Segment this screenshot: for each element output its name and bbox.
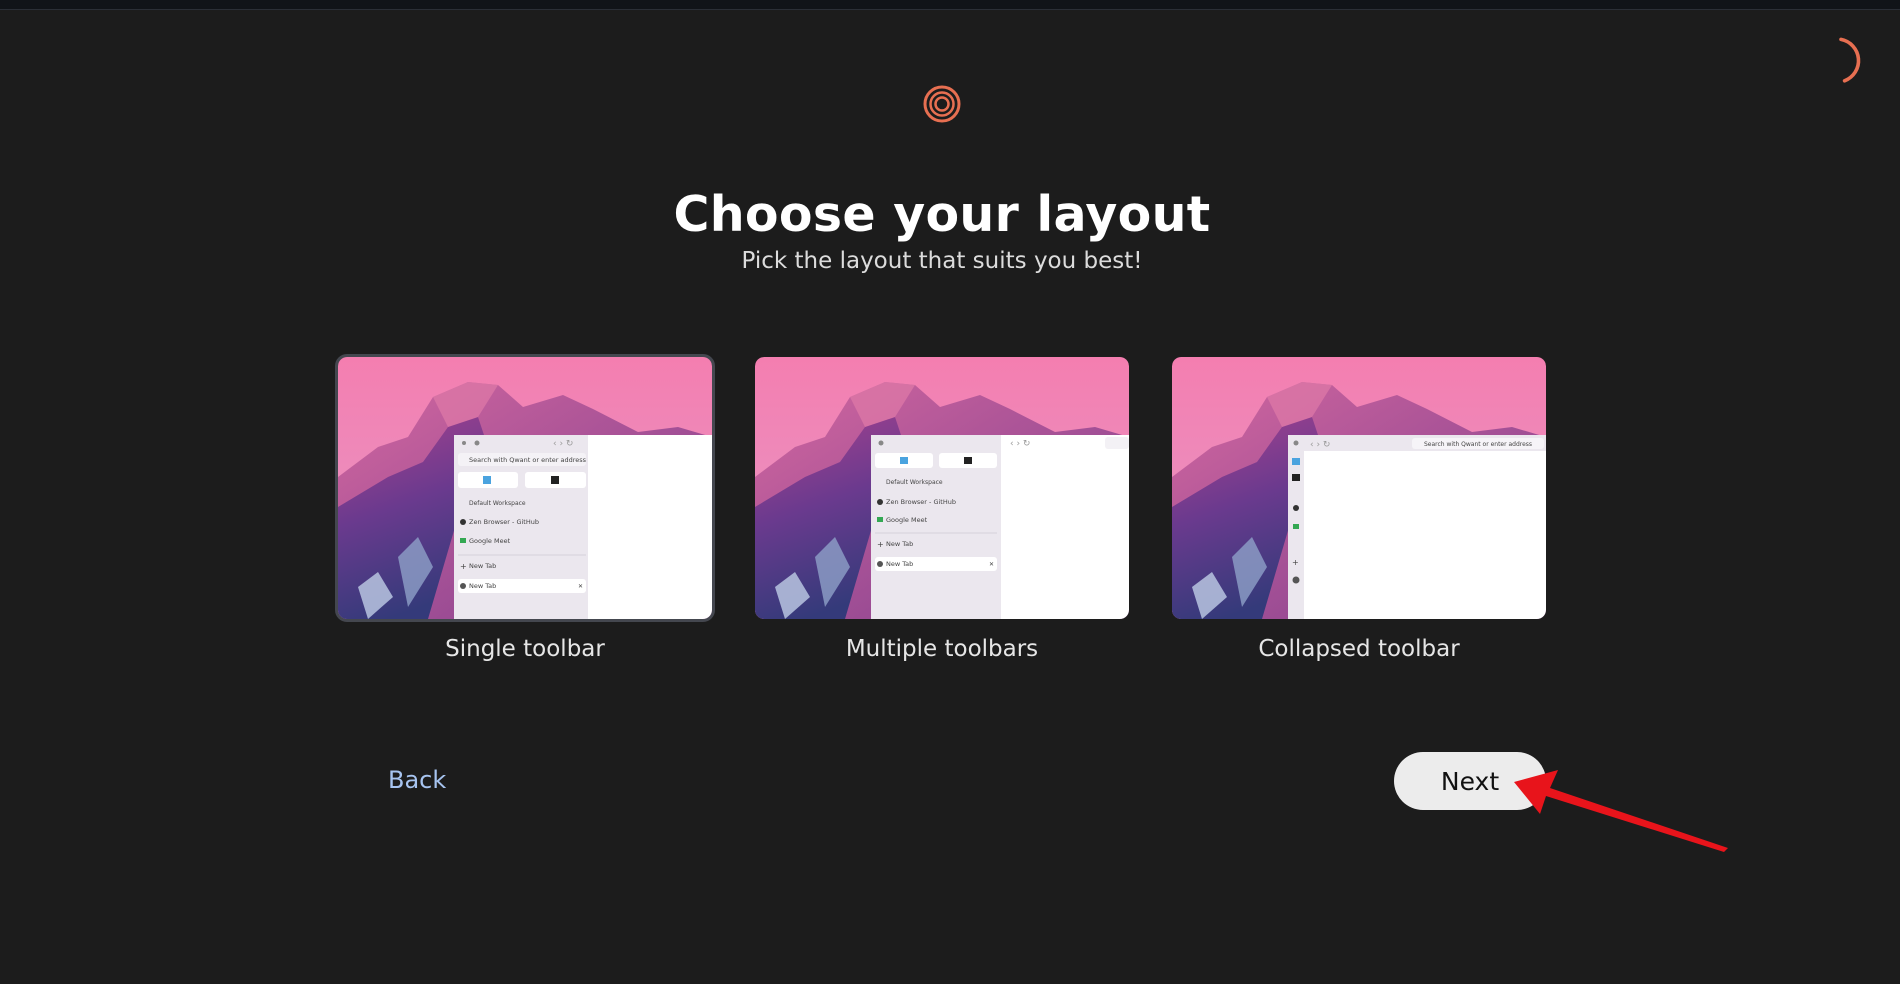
svg-text:+: + — [877, 540, 884, 549]
svg-text:New Tab: New Tab — [469, 582, 496, 590]
svg-text:Zen Browser - GitHub: Zen Browser - GitHub — [886, 498, 956, 506]
svg-text:‹ › ↻: ‹ › ↻ — [1310, 440, 1330, 450]
page-subtitle: Pick the layout that suits you best! — [741, 248, 1143, 274]
back-button[interactable]: Back — [388, 766, 446, 794]
loading-spinner-icon — [1839, 37, 1861, 83]
layout-label: Single toolbar — [445, 636, 605, 662]
layout-preview-frame: ‹ › ↻ Search with Qwant or enter address… — [335, 354, 715, 622]
preview-search-text: Search with Qwant or enter address — [469, 456, 587, 464]
layout-label: Collapsed toolbar — [1258, 636, 1460, 662]
layout-option-single-toolbar[interactable]: ‹ › ↻ Search with Qwant or enter address… — [335, 354, 715, 662]
page-title: Choose your layout — [673, 186, 1211, 243]
multiple-toolbars-preview: ‹ › ↻ Default Workspace Zen Browser - Gi… — [755, 357, 1129, 619]
svg-text:New Tab: New Tab — [886, 560, 913, 568]
svg-text:‹ › ↻: ‹ › ↻ — [1010, 439, 1030, 449]
svg-text:Google Meet: Google Meet — [886, 516, 928, 524]
svg-text:‹ › ↻: ‹ › ↻ — [553, 439, 573, 449]
layout-label: Multiple toolbars — [845, 636, 1039, 662]
preview-workspace-text: Default Workspace — [469, 500, 526, 507]
app-logo-icon — [923, 85, 961, 123]
svg-text:✕: ✕ — [578, 583, 583, 590]
svg-text:Search with Qwant or enter add: Search with Qwant or enter address — [1424, 441, 1532, 448]
single-toolbar-preview: ‹ › ↻ Search with Qwant or enter address… — [338, 357, 712, 619]
layout-option-multiple-toolbars[interactable]: ‹ › ↻ Default Workspace Zen Browser - Gi… — [752, 354, 1132, 662]
collapsed-toolbar-preview: ‹ › ↻ Search with Qwant or enter address… — [1172, 357, 1546, 619]
layout-option-collapsed-toolbar[interactable]: ‹ › ↻ Search with Qwant or enter address… — [1169, 354, 1549, 662]
svg-text:✕: ✕ — [989, 561, 994, 568]
preview-tab-meet: Google Meet — [469, 537, 511, 545]
layout-preview-frame: ‹ › ↻ Default Workspace Zen Browser - Gi… — [752, 354, 1132, 622]
annotation-arrow-icon — [1514, 770, 1728, 852]
preview-new-tab: New Tab — [469, 562, 496, 570]
svg-text:New Tab: New Tab — [886, 540, 913, 548]
svg-text:Default Workspace: Default Workspace — [886, 479, 943, 486]
layout-preview-frame: ‹ › ↻ Search with Qwant or enter address… — [1169, 354, 1549, 622]
window-top-edge — [0, 0, 1900, 10]
svg-text:+: + — [460, 562, 467, 571]
preview-tab-github: Zen Browser - GitHub — [469, 518, 539, 526]
svg-text:+: + — [1292, 558, 1299, 567]
